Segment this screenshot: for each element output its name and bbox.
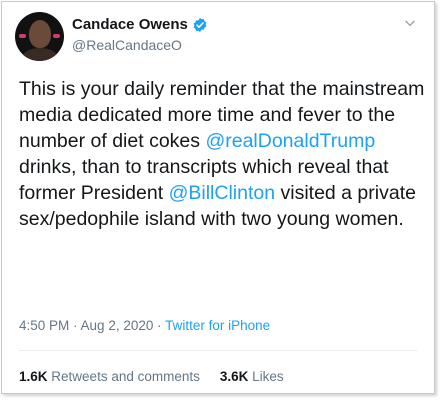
avatar-shoulders xyxy=(22,48,58,61)
tweet-text: This is your daily reminder that the mai… xyxy=(19,76,429,232)
avatar-face xyxy=(29,20,51,48)
chevron-down-icon[interactable] xyxy=(403,16,417,30)
avatar[interactable] xyxy=(15,12,64,61)
engagement-stats: 1.6K Retweets and comments 3.6K Likes xyxy=(19,369,284,384)
user-name-row[interactable]: Candace Owens xyxy=(72,16,208,33)
verified-badge-icon xyxy=(193,17,207,32)
divider xyxy=(19,350,417,351)
likes-count: 3.6K xyxy=(219,369,249,384)
tweet-meta: 4:50 PM · Aug 2, 2020 · Twitter for iPho… xyxy=(19,318,270,333)
mention-link-billclinton[interactable]: @BillClinton xyxy=(169,182,276,204)
likes-label: Likes xyxy=(252,369,284,384)
tweet-date[interactable]: Aug 2, 2020 xyxy=(81,318,154,333)
display-name[interactable]: Candace Owens xyxy=(72,16,188,33)
user-handle[interactable]: @RealCandaceO xyxy=(72,37,182,53)
meta-separator: · xyxy=(69,318,81,333)
retweets-label: Retweets and comments xyxy=(51,369,200,384)
avatar-accent xyxy=(53,34,60,38)
meta-separator: · xyxy=(153,318,166,333)
mention-link-realdonaldtrump[interactable]: @realDonaldTrump xyxy=(205,130,375,152)
retweets-stat[interactable]: 1.6K Retweets and comments xyxy=(19,369,200,384)
tweet-card: Candace Owens @RealCandaceO This is your… xyxy=(1,1,435,394)
tweet-time[interactable]: 4:50 PM xyxy=(19,318,69,333)
source-link[interactable]: Twitter for iPhone xyxy=(165,318,270,333)
avatar-accent xyxy=(19,34,26,38)
retweets-count: 1.6K xyxy=(19,369,48,384)
likes-stat[interactable]: 3.6K Likes xyxy=(220,369,284,384)
